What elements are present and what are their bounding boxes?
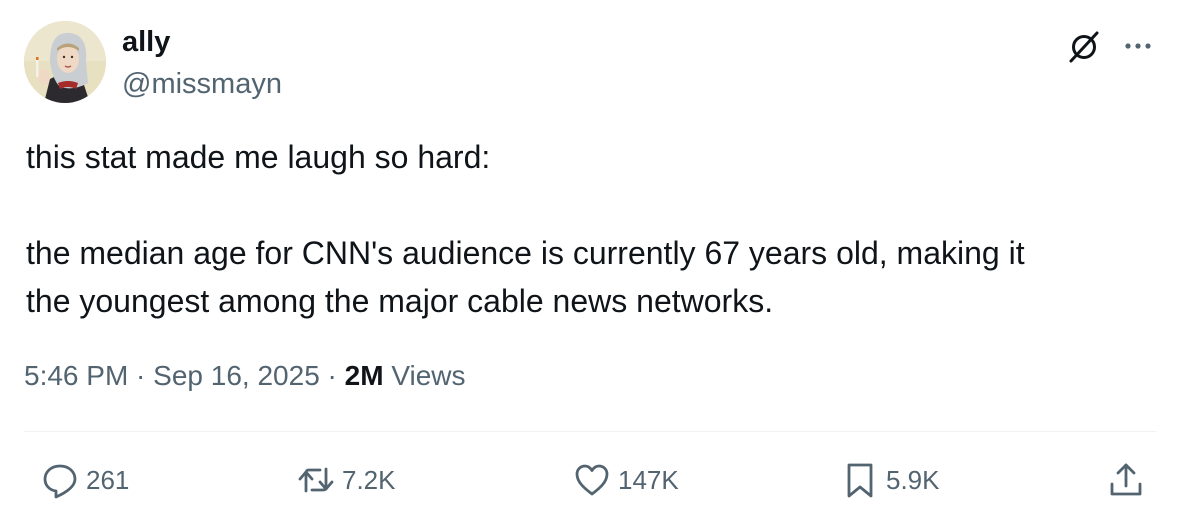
display-name[interactable]: ally [122, 24, 170, 60]
divider [24, 431, 1156, 432]
user-handle[interactable]: @missmayn [122, 66, 282, 102]
share-icon [1110, 463, 1142, 496]
meta-separator: · [128, 360, 154, 391]
like-count: 147K [618, 464, 679, 495]
tweet-text: this stat made me laugh so hard: the med… [26, 133, 1146, 325]
share-button[interactable] [1106, 458, 1146, 502]
tweet-meta: 5:46 PM · Sep 16, 2025 · 2M Views [24, 358, 466, 394]
reply-count: 261 [86, 464, 130, 495]
tweet-paragraph: the median age for CNN's audience is cur… [26, 235, 1025, 319]
tweet-card: ally @missmayn this stat made me laugh s… [0, 0, 1178, 510]
reply-button[interactable]: 261 [40, 458, 129, 502]
like-button[interactable]: 147K [572, 458, 679, 502]
bookmark-count: 5.9K [886, 464, 940, 495]
retweet-button[interactable]: 7.2K [296, 458, 396, 502]
views-count[interactable]: 2M [345, 360, 384, 391]
avatar-image [24, 21, 106, 103]
more-icon[interactable] [1120, 28, 1156, 64]
grok-icon[interactable] [1066, 28, 1102, 64]
tweet-time[interactable]: 5:46 PM [24, 360, 128, 391]
reply-icon [43, 464, 77, 499]
meta-separator: · [319, 360, 345, 391]
retweet-icon [298, 467, 334, 493]
bookmark-button[interactable]: 5.9K [840, 458, 940, 502]
retweet-count: 7.2K [342, 464, 396, 495]
tweet-paragraph: this stat made me laugh so hard: [26, 139, 491, 175]
like-icon [575, 464, 609, 496]
views-label: Views [383, 360, 466, 391]
avatar[interactable] [24, 21, 106, 103]
bookmark-icon [847, 463, 873, 498]
tweet-date[interactable]: Sep 16, 2025 [153, 360, 320, 391]
